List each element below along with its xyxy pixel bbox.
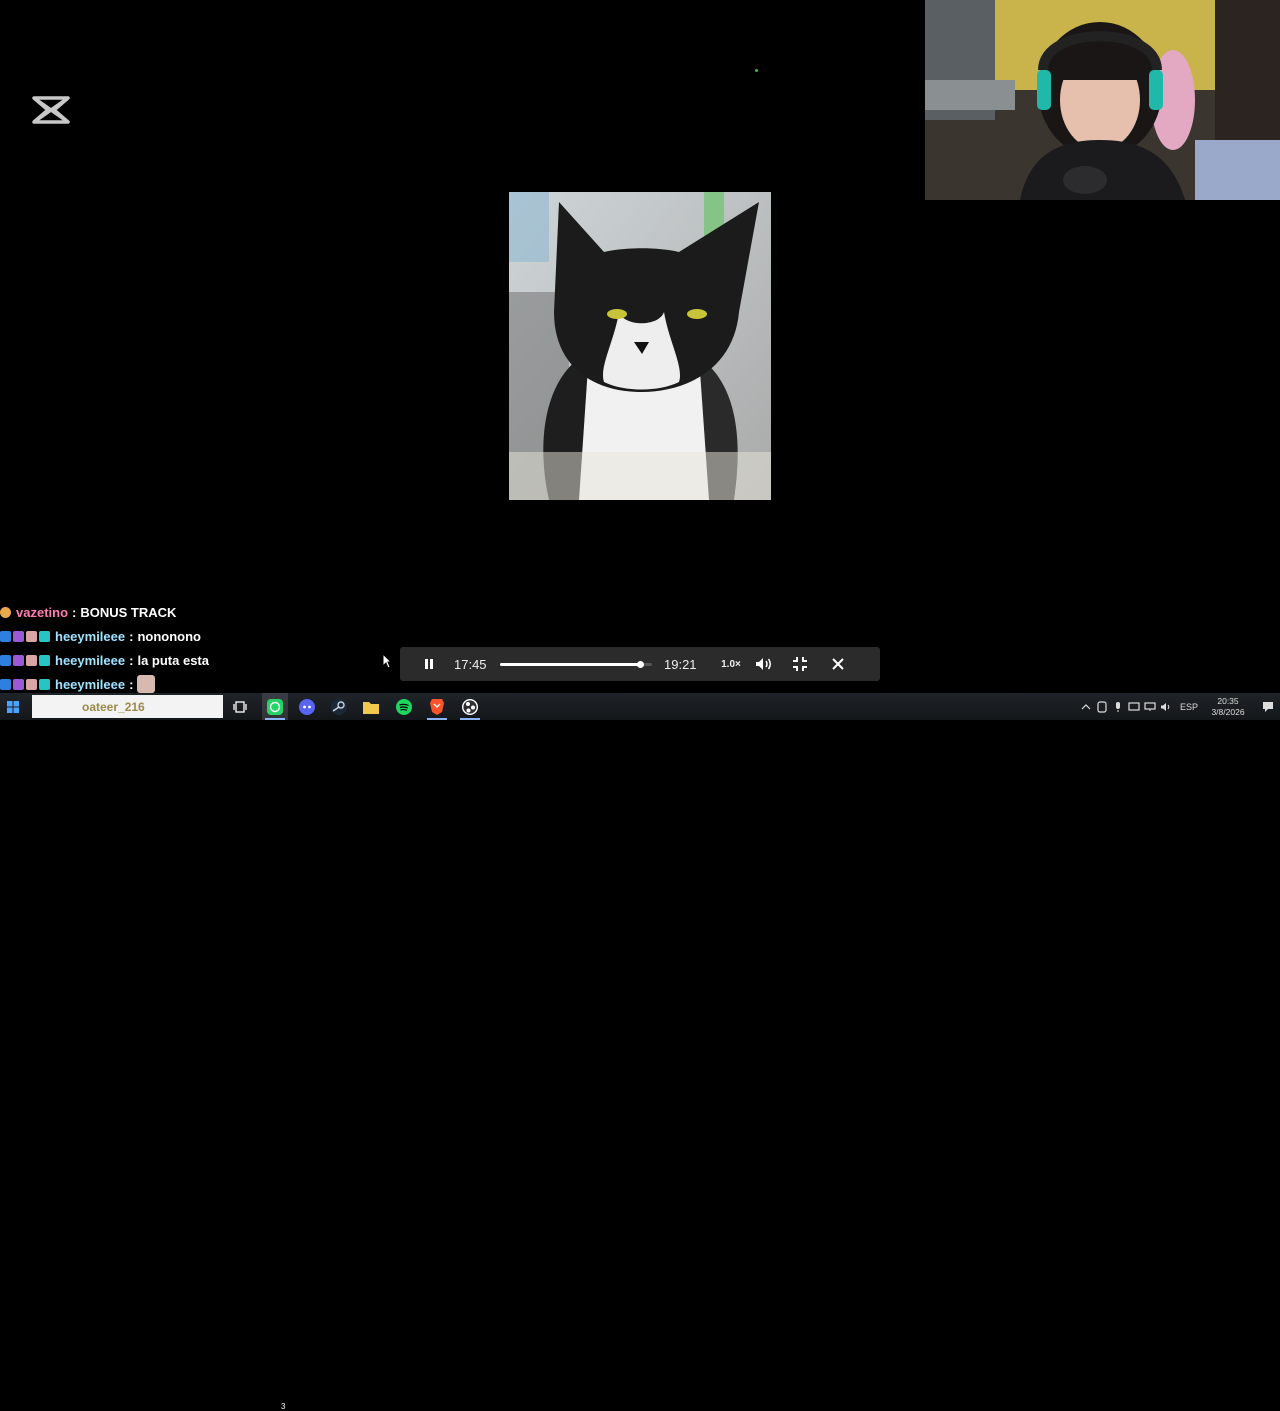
- tray-microphone[interactable]: [1110, 693, 1126, 720]
- sub-badge-icon: [39, 678, 50, 690]
- seek-bar-progress: [500, 662, 640, 666]
- chat-text: la puta esta: [137, 652, 209, 668]
- mouse-cursor-icon: [382, 653, 392, 669]
- notification-icon: [1263, 701, 1273, 712]
- clock-date: 3/8/2026: [1211, 706, 1245, 717]
- speaker-icon: [1160, 702, 1170, 711]
- chat-username: heeymileee: [55, 652, 126, 668]
- system-tray: ESP 20:35 3/8/2026: [1078, 693, 1280, 720]
- chat-text: BONUS TRACK: [80, 604, 177, 620]
- taskbar-obs[interactable]: [460, 697, 480, 717]
- prime-badge-icon: [0, 630, 11, 642]
- obs-icon: [462, 699, 478, 715]
- notification-center-button[interactable]: [1256, 701, 1280, 713]
- tray-volume[interactable]: [1158, 693, 1174, 720]
- cat-badge-icon: [26, 654, 37, 666]
- close-icon: [832, 658, 844, 670]
- show-hidden-icons-button[interactable]: [1078, 693, 1094, 720]
- sub-badge-icon: [39, 630, 50, 642]
- current-time: 17:45: [454, 656, 487, 672]
- network-icon: [1144, 701, 1156, 711]
- tray-network[interactable]: [1142, 693, 1158, 720]
- exit-fullscreen-icon: [793, 657, 807, 671]
- exit-fullscreen-button[interactable]: [788, 656, 812, 672]
- task-view-button[interactable]: [230, 697, 250, 717]
- taskbar-whatsapp[interactable]: [265, 697, 285, 717]
- volume-icon: [756, 658, 771, 670]
- input-language[interactable]: ESP: [1180, 702, 1198, 712]
- close-player-button[interactable]: [826, 657, 850, 671]
- microphone-icon: [1115, 701, 1120, 712]
- gem-badge-icon: [13, 630, 24, 642]
- media-image: [509, 192, 771, 500]
- chat-separator: :: [129, 628, 134, 644]
- brave-icon: [430, 699, 444, 715]
- tray-location[interactable]: [1094, 693, 1110, 720]
- pause-button[interactable]: [414, 658, 444, 670]
- volume-button[interactable]: [752, 657, 776, 671]
- indicator-dot: [755, 69, 758, 72]
- chat-message: heeymileee : nononono: [0, 624, 360, 648]
- taskbar-file-explorer[interactable]: [361, 697, 381, 717]
- sub-badge-icon: [39, 654, 50, 666]
- chat-emote-icon: [137, 675, 156, 693]
- webcam-image: [925, 0, 1280, 200]
- tray-display[interactable]: [1126, 693, 1142, 720]
- prime-badge-icon: [0, 654, 11, 666]
- taskbar-brave[interactable]: [427, 697, 447, 717]
- device-icon: [1097, 700, 1107, 713]
- capcut-logo-icon: [32, 96, 70, 124]
- prime-badge-icon: [0, 678, 11, 690]
- taskbar-discord[interactable]: [297, 697, 317, 717]
- taskbar-spotify[interactable]: [394, 697, 414, 717]
- whatsapp-badge: 3: [281, 1402, 286, 1411]
- chat-overlay: vazetino : BONUS TRACK heeymileee : nono…: [0, 600, 360, 696]
- chat-separator: :: [129, 676, 134, 692]
- taskbar-steam[interactable]: [329, 697, 349, 717]
- search-box-overlay-text: oateer_216: [82, 700, 145, 714]
- whatsapp-icon: [267, 699, 283, 715]
- windows-taskbar: oateer_216 3 ESP 20:35 3/8/2026: [0, 693, 1280, 1411]
- pause-icon: [425, 659, 433, 669]
- chat-message: heeymileee : la puta esta: [0, 648, 360, 672]
- chat-username: heeymileee: [55, 676, 126, 692]
- webcam-feed: [925, 0, 1280, 200]
- steam-icon: [331, 699, 347, 715]
- gem-badge-icon: [13, 654, 24, 666]
- start-button[interactable]: [0, 693, 26, 720]
- chat-message: vazetino : BONUS TRACK: [0, 600, 360, 624]
- media-player-controls: 17:45 19:21 1.0×: [400, 647, 880, 681]
- task-view-icon: [233, 701, 247, 713]
- chevron-up-icon: [1081, 703, 1091, 709]
- windows-icon: [7, 700, 19, 713]
- chat-username: vazetino: [16, 604, 69, 620]
- monitor-icon: [1128, 701, 1140, 711]
- clock-time: 20:35: [1217, 695, 1239, 706]
- cat-badge-icon: [26, 630, 37, 642]
- discord-icon: [299, 699, 315, 715]
- system-clock[interactable]: 20:35 3/8/2026: [1206, 696, 1250, 718]
- chat-separator: :: [129, 652, 134, 668]
- gem-badge-icon: [13, 678, 24, 690]
- cat-photo: [509, 192, 771, 500]
- seek-handle[interactable]: [636, 660, 644, 668]
- seek-bar[interactable]: [500, 660, 652, 668]
- cat-badge-icon: [26, 678, 37, 690]
- chat-username: heeymileee: [55, 628, 126, 644]
- user-badge-icon: [0, 606, 11, 618]
- folder-icon: [363, 702, 379, 714]
- playback-speed-button[interactable]: 1.0×: [720, 659, 742, 670]
- chat-separator: :: [72, 604, 77, 620]
- chat-text: nononono: [137, 628, 201, 644]
- taskbar-search-box[interactable]: oateer_216: [32, 695, 223, 718]
- spotify-icon: [396, 699, 412, 715]
- total-time: 19:21: [664, 656, 697, 672]
